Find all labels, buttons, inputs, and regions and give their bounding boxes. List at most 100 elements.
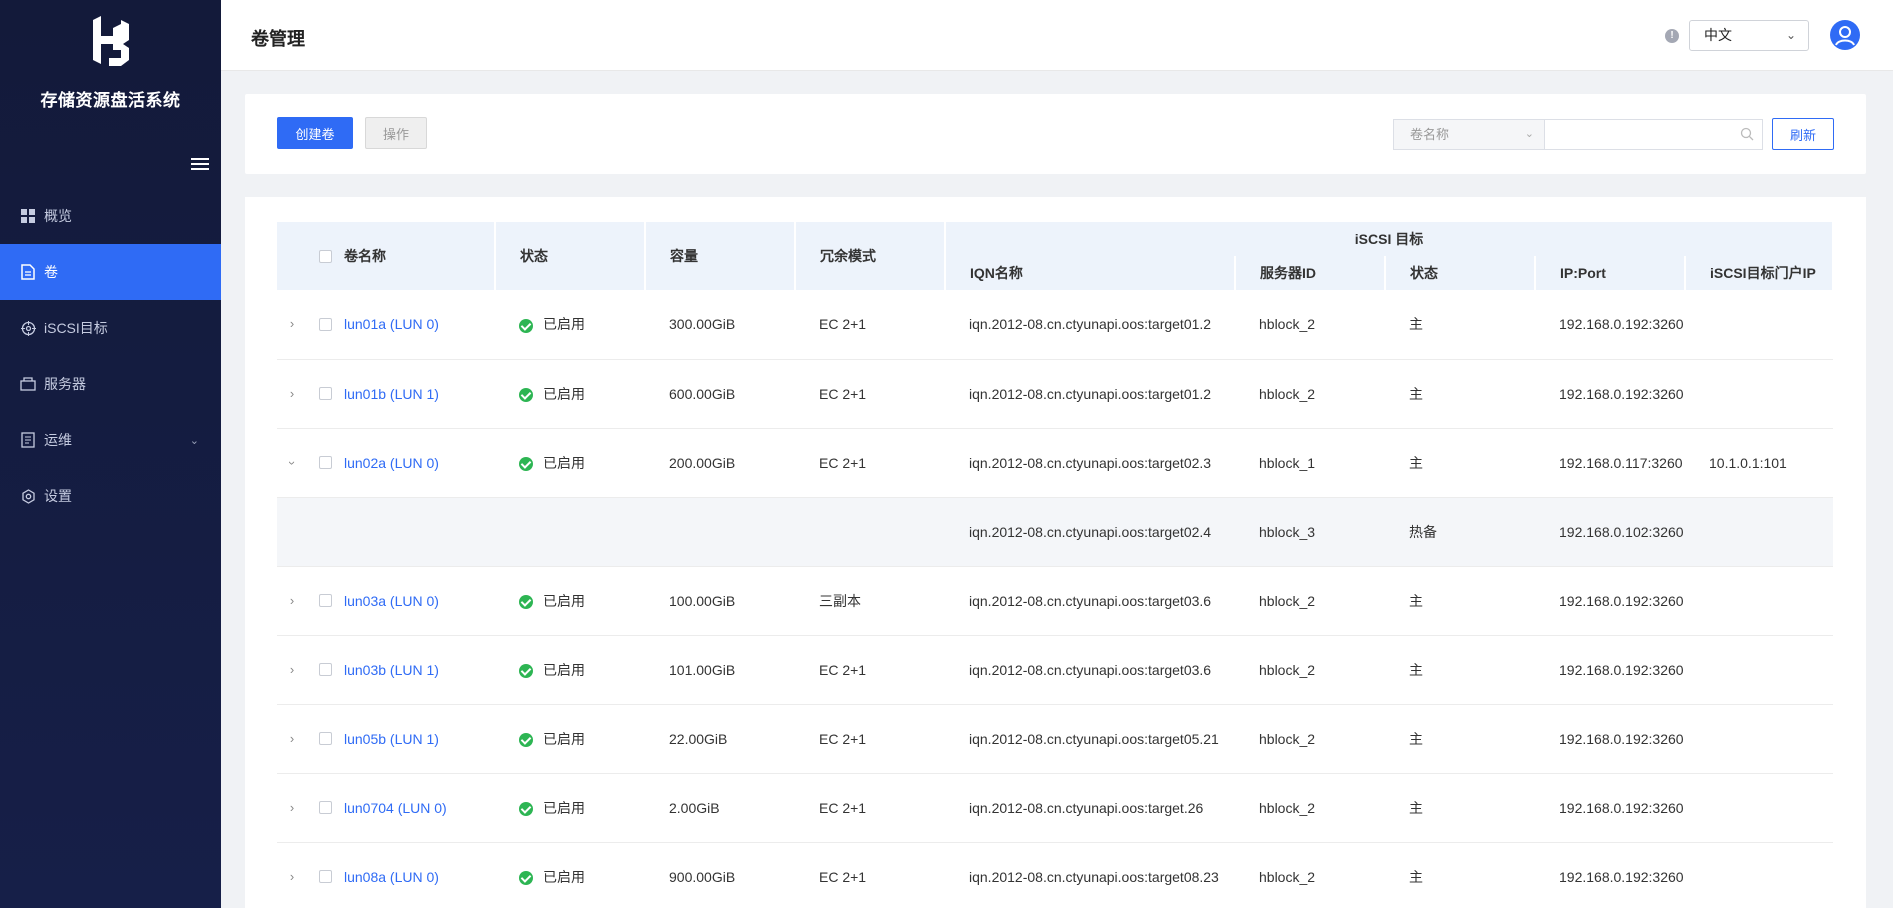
volume-name-link[interactable]: lun01a (LUN 0) bbox=[344, 313, 439, 335]
help-icon[interactable]: ! bbox=[1665, 29, 1679, 43]
expand-row-icon[interactable]: › bbox=[277, 797, 307, 819]
sidebar-item-label: 运维 bbox=[44, 432, 72, 448]
menu-collapse-icon[interactable] bbox=[191, 155, 209, 173]
language-select[interactable]: 中文 ⌄ bbox=[1689, 20, 1809, 51]
status-ok-icon bbox=[519, 387, 533, 402]
collapse-row-icon[interactable]: › bbox=[281, 448, 303, 478]
row-checkbox[interactable] bbox=[319, 387, 332, 400]
volume-name-link[interactable]: lun08a (LUN 0) bbox=[344, 866, 439, 888]
status-ok-icon bbox=[519, 456, 533, 471]
row-checkbox[interactable] bbox=[319, 456, 332, 469]
portal-ip-cell bbox=[1685, 773, 1833, 843]
capacity-cell: 2.00GiB bbox=[645, 773, 795, 843]
redundancy-cell: EC 2+1 bbox=[795, 842, 945, 908]
sidebar-item-volumes[interactable]: 卷 bbox=[0, 244, 221, 300]
sidebar-item-iscsi[interactable]: iSCSI目标 bbox=[0, 300, 221, 356]
volume-name-link[interactable]: lun02a (LUN 0) bbox=[344, 452, 439, 474]
ip-port-cell: 192.168.0.117:3260 bbox=[1535, 428, 1685, 498]
server-id-cell: hblock_1 bbox=[1235, 428, 1385, 498]
ip-port-cell: 192.168.0.192:3260 bbox=[1535, 704, 1685, 774]
search-field-value: 卷名称 bbox=[1410, 127, 1450, 142]
volume-name-link[interactable]: lun03a (LUN 0) bbox=[344, 590, 439, 612]
target-status-cell: 热备 bbox=[1385, 497, 1535, 567]
target-status-cell: 主 bbox=[1385, 428, 1535, 498]
portal-ip-cell bbox=[1685, 704, 1833, 774]
redundancy-cell: EC 2+1 bbox=[795, 428, 945, 498]
capacity-cell: 900.00GiB bbox=[645, 842, 795, 908]
sidebar: 存储资源盘活系统 概览 卷 iSCSI目标 服务器 运维 ⌄ 设置 bbox=[0, 0, 221, 908]
logo-icon bbox=[92, 16, 129, 66]
ip-port-cell: 192.168.0.192:3260 bbox=[1535, 842, 1685, 908]
sidebar-item-overview[interactable]: 概览 bbox=[0, 188, 221, 244]
row-checkbox[interactable] bbox=[319, 663, 332, 676]
expand-row-icon[interactable]: › bbox=[277, 659, 307, 681]
sidebar-nav: 概览 卷 iSCSI目标 服务器 运维 ⌄ 设置 bbox=[0, 188, 221, 524]
system-name: 存储资源盘活系统 bbox=[40, 91, 181, 110]
portal-ip-cell bbox=[1685, 566, 1833, 636]
iqn-cell: iqn.2012-08.cn.ctyunapi.oos:target02.3 bbox=[945, 428, 1235, 498]
column-header-status: 状态 bbox=[495, 222, 646, 290]
sidebar-item-maintenance[interactable]: 运维 ⌄ bbox=[0, 412, 221, 468]
create-volume-button[interactable]: 创建卷 bbox=[277, 117, 353, 149]
sidebar-item-label: 卷 bbox=[44, 264, 58, 280]
column-header-ip-port: IP:Port bbox=[1535, 256, 1686, 290]
server-id-cell: hblock_3 bbox=[1235, 497, 1385, 567]
search-input[interactable] bbox=[1545, 119, 1763, 150]
row-checkbox[interactable] bbox=[319, 801, 332, 814]
redundancy-cell: 三副本 bbox=[795, 566, 945, 636]
redundancy-cell: EC 2+1 bbox=[795, 359, 945, 429]
column-header-server-id: 服务器ID bbox=[1235, 256, 1386, 290]
search-field-select[interactable]: 卷名称 ⌄ bbox=[1393, 119, 1545, 150]
volume-name-link[interactable]: lun01b (LUN 1) bbox=[344, 383, 439, 405]
expand-row-icon[interactable]: › bbox=[277, 313, 307, 335]
ip-port-cell: 192.168.0.192:3260 bbox=[1535, 635, 1685, 705]
select-all-checkbox[interactable] bbox=[319, 249, 332, 263]
target-status-cell: 主 bbox=[1385, 635, 1535, 705]
server-id-cell: hblock_2 bbox=[1235, 842, 1385, 908]
status-ok-icon bbox=[519, 663, 533, 678]
redundancy-cell: EC 2+1 bbox=[795, 290, 945, 360]
column-header-redundancy: 冗余模式 bbox=[795, 222, 946, 290]
target-status-cell: 主 bbox=[1385, 359, 1535, 429]
user-avatar-icon[interactable] bbox=[1830, 20, 1860, 50]
target-icon bbox=[20, 320, 36, 336]
sidebar-item-servers[interactable]: 服务器 bbox=[0, 356, 221, 412]
search-icon[interactable] bbox=[1740, 127, 1754, 141]
table-row: › lun0704 (LUN 0) 已启用 2.00GiB EC 2+1 iqn.… bbox=[277, 773, 1833, 843]
gear-icon bbox=[20, 488, 36, 504]
status-ok-icon bbox=[519, 732, 533, 747]
table-row: › lun02a (LUN 0) 已启用 200.00GiB EC 2+1 iqn… bbox=[277, 428, 1833, 498]
server-id-cell: hblock_2 bbox=[1235, 635, 1385, 705]
actions-button[interactable]: 操作 bbox=[365, 117, 427, 149]
status-text: 已启用 bbox=[543, 730, 585, 747]
table-row: › lun01a (LUN 0) 已启用 300.00GiB EC 2+1 iqn… bbox=[277, 290, 1833, 360]
expand-row-icon[interactable]: › bbox=[277, 866, 307, 888]
row-checkbox[interactable] bbox=[319, 870, 332, 883]
redundancy-cell: EC 2+1 bbox=[795, 773, 945, 843]
column-header-target-status: 状态 bbox=[1385, 256, 1536, 290]
expand-row-icon[interactable]: › bbox=[277, 383, 307, 405]
capacity-cell: 600.00GiB bbox=[645, 359, 795, 429]
chevron-down-icon: ⌄ bbox=[1524, 128, 1534, 140]
row-checkbox[interactable] bbox=[319, 732, 332, 745]
volume-name-link[interactable]: lun0704 (LUN 0) bbox=[344, 797, 447, 819]
maintenance-icon bbox=[20, 432, 36, 448]
volume-table: 卷名称 状态 容量 冗余模式 iSCSI 目标 IQN名称 服务器ID 状态 I… bbox=[277, 222, 1834, 908]
iqn-cell: iqn.2012-08.cn.ctyunapi.oos:target01.2 bbox=[945, 359, 1235, 429]
refresh-button[interactable]: 刷新 bbox=[1772, 118, 1834, 150]
sidebar-item-label: iSCSI目标 bbox=[44, 320, 108, 336]
status-text: 已启用 bbox=[543, 454, 585, 471]
volume-name-link[interactable]: lun03b (LUN 1) bbox=[344, 659, 439, 681]
row-checkbox[interactable] bbox=[319, 594, 332, 607]
redundancy-cell: EC 2+1 bbox=[795, 635, 945, 705]
row-checkbox[interactable] bbox=[319, 317, 332, 331]
ip-port-cell: 192.168.0.192:3260 bbox=[1535, 290, 1685, 360]
redundancy-cell: EC 2+1 bbox=[795, 704, 945, 774]
sidebar-item-settings[interactable]: 设置 bbox=[0, 468, 221, 524]
capacity-cell: 22.00GiB bbox=[645, 704, 795, 774]
expand-row-icon[interactable]: › bbox=[277, 590, 307, 612]
portal-ip-cell: 10.1.0.1:101 bbox=[1685, 428, 1833, 498]
dashboard-icon bbox=[20, 208, 36, 224]
expand-row-icon[interactable]: › bbox=[277, 728, 307, 750]
volume-name-link[interactable]: lun05b (LUN 1) bbox=[344, 728, 439, 750]
